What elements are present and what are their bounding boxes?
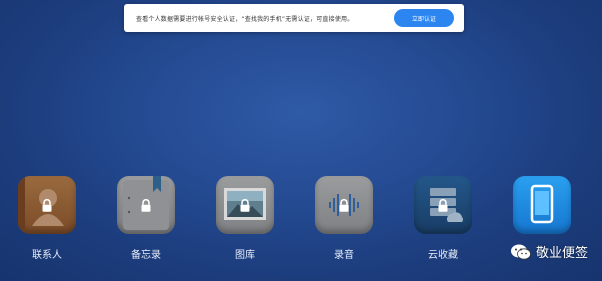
app-gallery[interactable]: 图库 — [215, 176, 275, 261]
app-label: 联系人 — [32, 250, 62, 261]
gallery-icon[interactable] — [216, 176, 274, 234]
auth-message: 查看个人数据需要进行帐号安全认证，“查找我的手机”无需认证，可直接使用。 — [136, 15, 354, 23]
lock-icon — [337, 198, 351, 213]
recorder-icon[interactable] — [315, 176, 373, 234]
app-label: 备忘录 — [131, 250, 161, 261]
app-cloud-favorites[interactable]: 云收藏 — [413, 176, 473, 261]
watermark: 敬业便签 — [510, 242, 588, 261]
app-label: 录音 — [334, 250, 354, 261]
lock-icon — [436, 198, 450, 213]
contacts-icon[interactable] — [18, 176, 76, 234]
lock-icon — [139, 198, 153, 213]
verify-now-button[interactable]: 立即认证 — [394, 9, 454, 27]
app-label: 图库 — [235, 250, 255, 261]
find-phone-icon[interactable] — [513, 176, 571, 234]
app-notes[interactable]: 备忘录 — [116, 176, 176, 261]
app-recorder[interactable]: 录音 — [314, 176, 374, 261]
cloud-favorites-icon[interactable] — [414, 176, 472, 234]
wechat-icon — [510, 244, 531, 260]
app-find-phone[interactable] — [512, 176, 572, 246]
watermark-text: 敬业便签 — [535, 246, 588, 261]
lock-icon — [40, 198, 54, 213]
app-label: 云收藏 — [428, 250, 458, 261]
app-contacts[interactable]: 联系人 — [17, 176, 77, 261]
notes-icon[interactable] — [117, 176, 175, 234]
auth-banner: 查看个人数据需要进行帐号安全认证，“查找我的手机”无需认证，可直接使用。 立即认… — [124, 4, 464, 32]
lock-icon — [238, 198, 252, 213]
